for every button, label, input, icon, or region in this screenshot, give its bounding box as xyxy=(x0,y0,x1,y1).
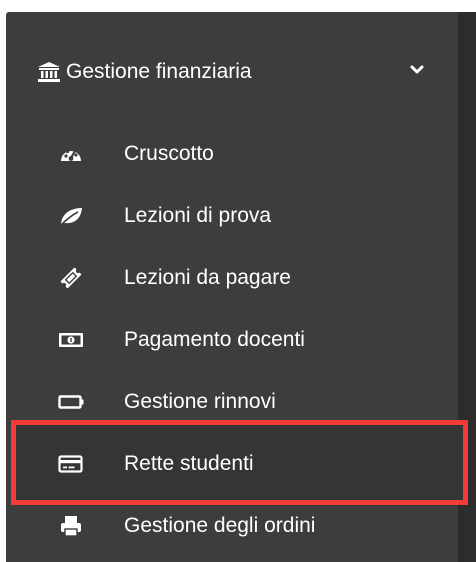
section-header-gestione-finanziaria[interactable]: Gestione finanziaria xyxy=(6,48,458,96)
menu-item-label: Pagamento docenti xyxy=(124,328,305,351)
sidebar-edge xyxy=(458,12,476,562)
bank-icon xyxy=(38,62,60,82)
battery-empty-icon xyxy=(58,391,84,413)
menu-item-lezioni-da-pagare[interactable]: Lezioni da pagare xyxy=(6,248,458,308)
menu-item-label: Gestione rinnovi xyxy=(124,390,276,413)
money-bill-icon xyxy=(58,329,84,351)
menu-item-label: Gestione degli ordini xyxy=(124,514,316,537)
menu-item-label: Cruscotto xyxy=(124,142,214,165)
menu-item-lezioni-di-prova[interactable]: Lezioni di prova xyxy=(6,186,458,246)
menu-item-gestione-rinnovi[interactable]: Gestione rinnovi xyxy=(6,372,458,432)
ticket-icon xyxy=(58,267,84,289)
menu-item-cruscotto[interactable]: Cruscotto xyxy=(6,124,458,184)
menu-item-gestione-degli-ordini[interactable]: Gestione degli ordini xyxy=(6,496,458,556)
leaf-icon xyxy=(58,205,84,227)
menu-item-label: Rette studenti xyxy=(124,452,254,475)
credit-card-icon xyxy=(58,453,84,475)
menu-item-pagamento-docenti[interactable]: Pagamento docenti xyxy=(6,310,458,370)
sidebar: Gestione finanziaria Cruscotto Lezioni d… xyxy=(6,12,476,562)
menu-item-label: Lezioni di prova xyxy=(124,204,272,227)
section-title: Gestione finanziaria xyxy=(66,60,252,83)
chevron-down-icon[interactable] xyxy=(408,63,426,77)
menu-item-rette-studenti[interactable]: Rette studenti xyxy=(6,434,458,494)
printer-icon xyxy=(58,515,84,537)
menu-item-label: Lezioni da pagare xyxy=(124,266,291,289)
dashboard-icon xyxy=(58,143,84,165)
